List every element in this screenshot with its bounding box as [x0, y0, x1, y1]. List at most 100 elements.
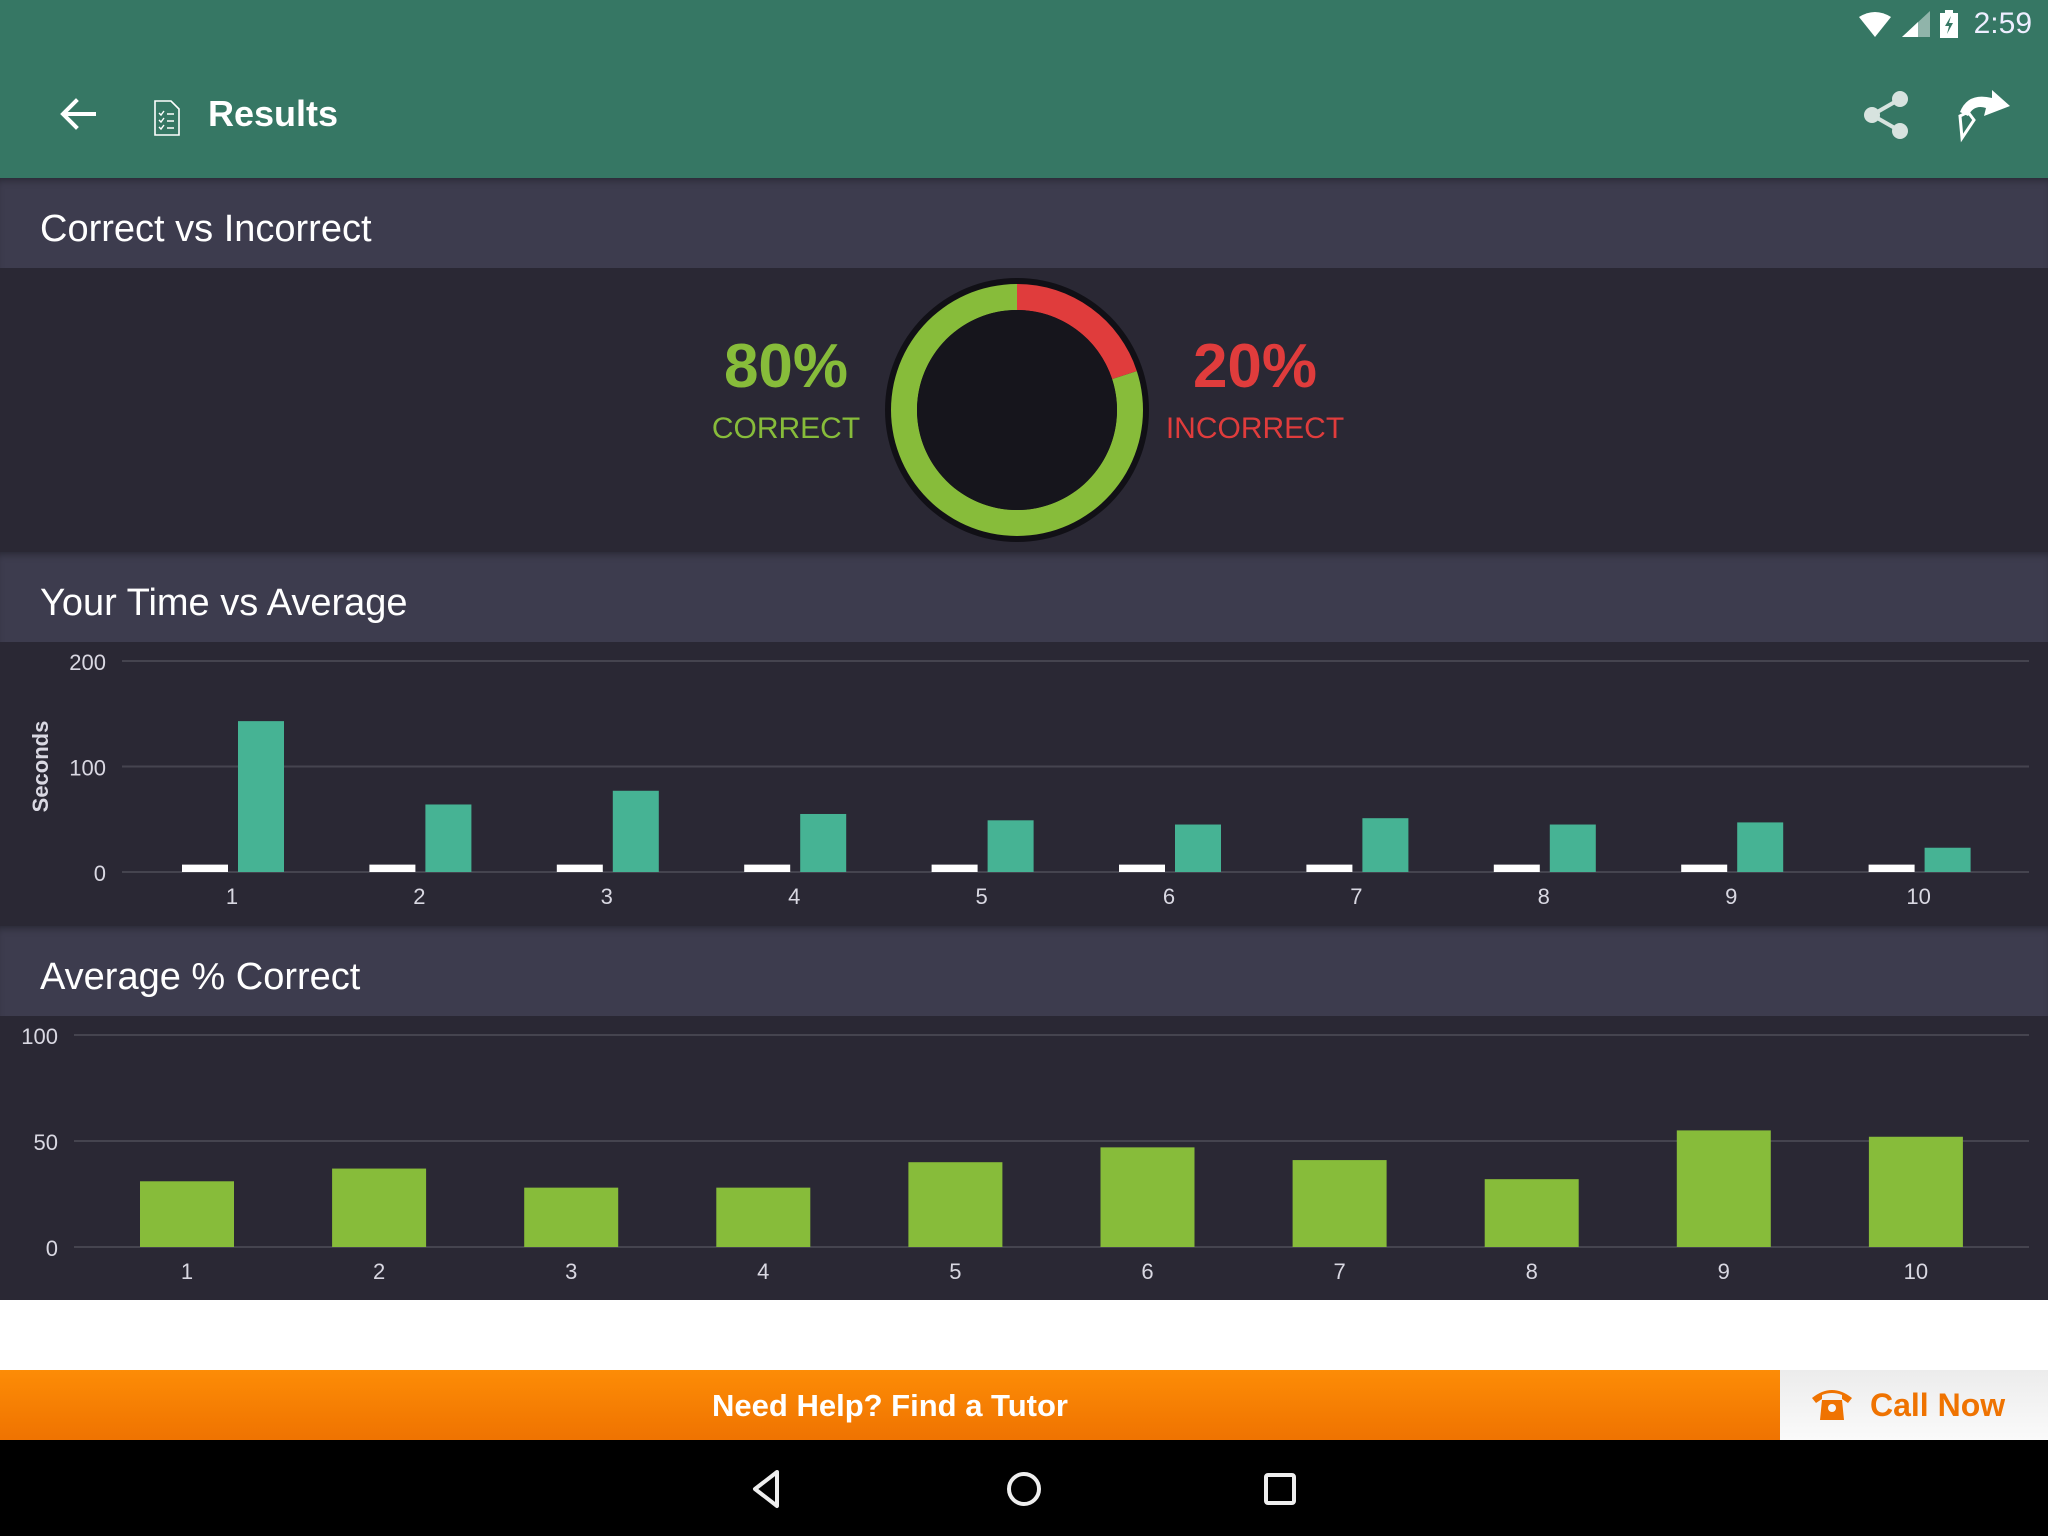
y-tick-label: 200 — [69, 650, 106, 675]
status-time: 2:59 — [1973, 7, 2032, 40]
share-icon — [1864, 91, 1908, 139]
system-nav-bar — [0, 1440, 2048, 1536]
donut-hole — [917, 310, 1117, 510]
home-circle-icon — [1007, 1472, 1041, 1506]
x-tick-label: 4 — [757, 1259, 769, 1284]
bar-your-time-7 — [1306, 864, 1353, 872]
bar-your-time-1 — [182, 864, 228, 872]
call-now-label: Call Now — [1870, 1387, 2006, 1423]
x-tick-label: 2 — [413, 884, 425, 909]
y-tick-label: 0 — [94, 861, 106, 886]
bar-average-8 — [1549, 824, 1596, 872]
bar-5 — [908, 1162, 1003, 1247]
bar-8 — [1484, 1179, 1579, 1247]
bar-9 — [1676, 1130, 1771, 1247]
bar-your-time-8 — [1493, 864, 1540, 872]
section-header-average: Average % Correct — [0, 926, 2048, 1016]
correct-incorrect-panel: 80% CORRECT 20% INCORRECT — [0, 268, 2048, 552]
bar-3 — [524, 1187, 619, 1247]
y-tick-label: 100 — [69, 756, 106, 781]
bar-your-time-9 — [1681, 864, 1728, 872]
section-title: Your Time vs Average — [40, 582, 408, 624]
bar-average-1 — [238, 721, 284, 872]
nav-home-button[interactable] — [999, 1464, 1049, 1514]
app-bar: 2:59 Results — [0, 0, 2048, 178]
x-tick-label: 5 — [949, 1259, 961, 1284]
bar-average-4 — [800, 813, 847, 872]
page-title: Results — [208, 93, 339, 134]
x-tick-label: 10 — [1906, 884, 1930, 909]
bar-your-time-5 — [931, 864, 978, 872]
section-title: Average % Correct — [40, 956, 361, 998]
section-title: Correct vs Incorrect — [40, 208, 372, 250]
incorrect-label: INCORRECT — [1165, 412, 1345, 445]
arrow-left-icon — [60, 98, 96, 130]
y-tick-label: 50 — [34, 1130, 58, 1155]
status-bar: 2:59 — [1858, 7, 2032, 40]
section-header-time: Your Time vs Average — [0, 552, 2048, 642]
time-panel: 0 100 200 Seconds 1 2 3 4 5 6 7 8 9 10 — [0, 642, 2048, 926]
incorrect-stat: 20% INCORRECT — [1160, 336, 1350, 444]
blank-area — [0, 1300, 2048, 1370]
correct-label: CORRECT — [711, 412, 861, 445]
mascot-share-button[interactable] — [1954, 86, 2016, 144]
back-button[interactable] — [56, 92, 100, 136]
bar-average-2 — [425, 804, 472, 872]
x-tick-label: 9 — [1725, 884, 1737, 909]
x-tick-label: 2 — [373, 1259, 385, 1284]
bar-your-time-10 — [1868, 864, 1915, 872]
x-tick-label: 4 — [788, 884, 800, 909]
x-tick-label: 10 — [1904, 1259, 1928, 1284]
checklist-document-icon — [154, 100, 180, 136]
cell-signal-icon — [1901, 11, 1930, 37]
call-now-button[interactable]: Call Now — [1780, 1370, 2048, 1440]
x-tick-label: 1 — [226, 884, 238, 909]
bar-7 — [1292, 1160, 1387, 1247]
average-panel: 0 50 100 1 2 3 4 5 6 7 8 9 10 — [0, 1016, 2048, 1300]
bar-average-7 — [1362, 818, 1409, 872]
x-tick-label: 6 — [1141, 1259, 1153, 1284]
bar-6 — [1100, 1147, 1195, 1247]
x-tick-label: 7 — [1333, 1259, 1345, 1284]
back-triangle-icon — [753, 1470, 779, 1508]
average-bar-chart: 0 50 100 1 2 3 4 5 6 7 8 9 10 — [21, 1024, 2029, 1284]
bar-your-time-2 — [369, 864, 416, 872]
x-tick-label: 8 — [1538, 884, 1550, 909]
y-tick-label: 100 — [21, 1024, 58, 1049]
x-tick-label: 1 — [181, 1259, 193, 1284]
x-tick-label: 3 — [565, 1259, 577, 1284]
results-screen: 2:59 Results Correct vs Incorrect 80% CO… — [0, 0, 2048, 1536]
find-tutor-banner[interactable]: Need Help? Find a Tutor — [0, 1370, 1780, 1440]
x-tick-label: 6 — [1163, 884, 1175, 909]
section-header-correct: Correct vs Incorrect — [0, 178, 2048, 268]
y-tick-label: 0 — [46, 1236, 58, 1261]
share-button[interactable] — [1862, 88, 1910, 142]
bar-your-time-3 — [556, 864, 603, 872]
bar-average-3 — [612, 790, 659, 872]
bar-average-6 — [1175, 824, 1221, 872]
correct-stat: 80% CORRECT — [700, 336, 872, 444]
nav-back-button[interactable] — [744, 1464, 794, 1514]
bar-your-time-6 — [1119, 864, 1165, 872]
y-axis-label: Seconds — [28, 721, 53, 813]
bar-2 — [332, 1168, 427, 1247]
bar-1 — [140, 1181, 234, 1247]
incorrect-percentage: 20% — [1192, 332, 1318, 401]
bar-average-10 — [1924, 847, 1971, 872]
x-tick-label: 5 — [975, 884, 987, 909]
x-tick-label: 3 — [601, 884, 613, 909]
nav-recents-button[interactable] — [1255, 1464, 1305, 1514]
correct-percentage: 80% — [723, 332, 849, 401]
correct-donut-chart — [885, 278, 1149, 542]
x-tick-label: 9 — [1718, 1259, 1730, 1284]
bar-4 — [716, 1187, 811, 1247]
bar-your-time-4 — [744, 864, 791, 872]
x-tick-label: 8 — [1526, 1259, 1538, 1284]
phone-icon — [1812, 1390, 1852, 1420]
bar-average-5 — [987, 820, 1034, 872]
x-tick-label: 7 — [1350, 884, 1362, 909]
time-bar-chart: 0 100 200 Seconds 1 2 3 4 5 6 7 8 9 10 — [28, 650, 2029, 909]
recents-square-icon — [1264, 1473, 1296, 1505]
mascot-share-icon — [1958, 90, 2010, 143]
bar-average-9 — [1737, 822, 1784, 872]
